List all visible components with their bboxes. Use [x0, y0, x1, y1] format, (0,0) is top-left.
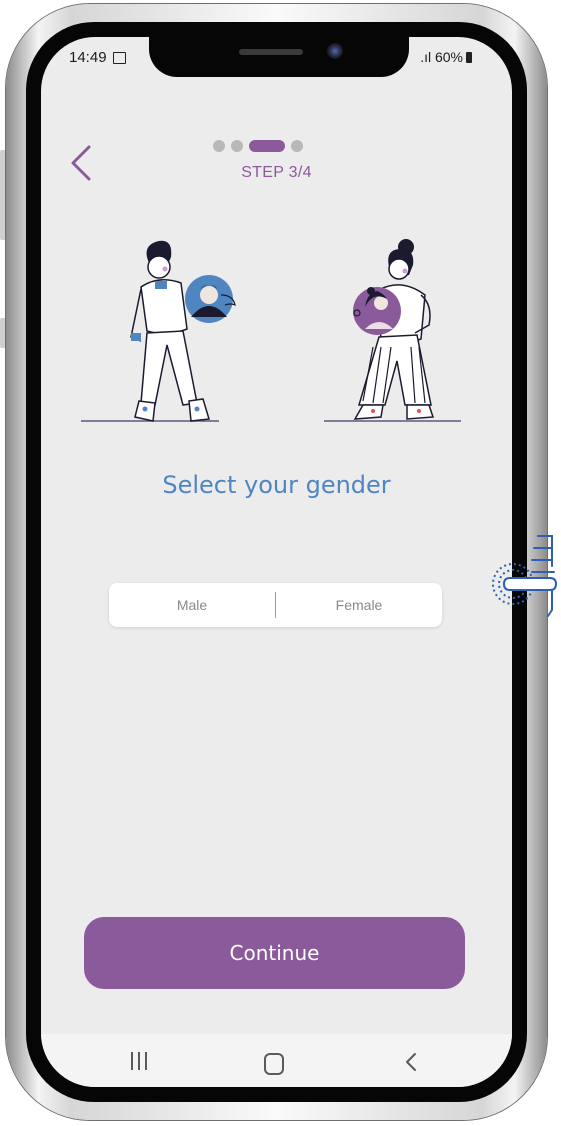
stage: 14:49 .ıl 60% STEP 3/4 Select your gende…	[0, 0, 561, 1126]
phone-frame: 14:49 .ıl 60% STEP 3/4 Select your gende…	[6, 4, 547, 1120]
phone-bezel: 14:49 .ıl 60% STEP 3/4 Select your gende…	[26, 22, 527, 1102]
system-nav-bar	[41, 1034, 512, 1087]
recent-apps-icon[interactable]	[131, 1052, 151, 1074]
gender-selector: Male Female	[109, 583, 442, 627]
status-time: 14:49	[69, 49, 107, 66]
woman-figure	[353, 239, 435, 420]
page-title: Select your gender	[162, 471, 391, 499]
man-figure	[130, 240, 236, 422]
step-label: STEP 3/4	[241, 164, 312, 181]
option-female[interactable]: Female	[276, 583, 442, 627]
tap-hand-icon	[492, 535, 558, 617]
progress-dot-2	[231, 140, 243, 152]
front-camera	[327, 43, 343, 59]
speaker	[239, 49, 303, 55]
step-progress	[213, 140, 303, 152]
gender-illustration-icon	[81, 239, 461, 422]
progress-dot-1	[213, 140, 225, 152]
progress-dot-3-active	[249, 140, 285, 152]
status-indicators: .ıl 60%	[420, 49, 472, 65]
back-icon[interactable]	[399, 1048, 423, 1076]
continue-button[interactable]: Continue	[84, 917, 465, 989]
signal-battery-text: .ıl 60%	[420, 49, 463, 65]
app-screen: 14:49 .ıl 60% STEP 3/4 Select your gende…	[41, 37, 512, 1087]
option-male[interactable]: Male	[109, 583, 275, 627]
notch	[149, 37, 409, 77]
progress-dot-4	[291, 140, 303, 152]
image-icon	[113, 52, 126, 64]
battery-icon	[466, 52, 472, 63]
home-icon[interactable]	[264, 1053, 284, 1075]
